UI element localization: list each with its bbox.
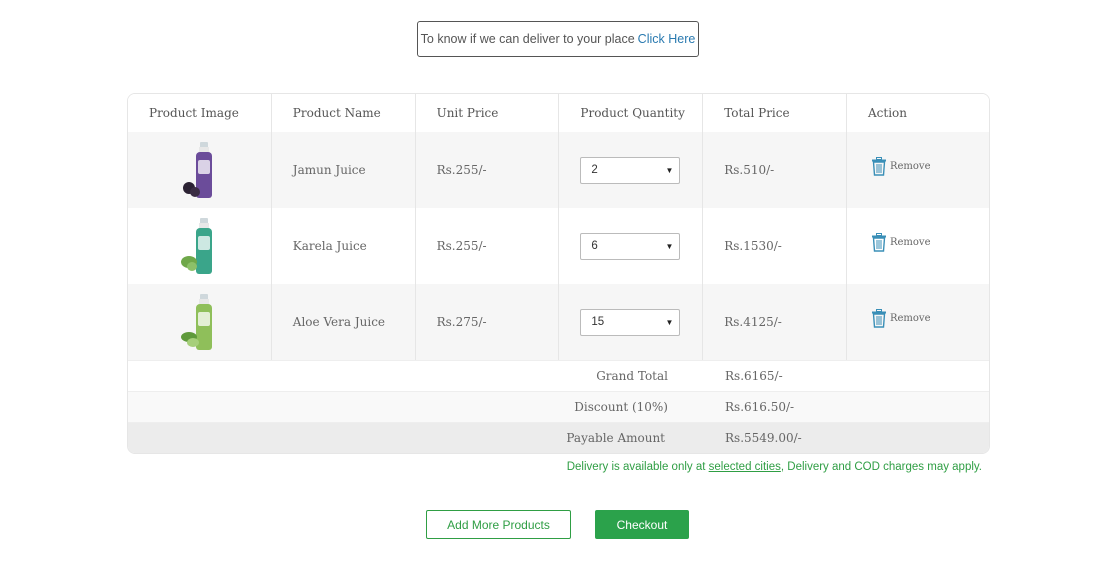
table-row: Jamun Juice Rs.255/- 2 ▼ Rs.510/- Remove	[128, 132, 989, 208]
product-image-cell	[128, 208, 272, 284]
product-name: Karela Juice	[272, 208, 416, 284]
unit-price: Rs.255/-	[416, 208, 560, 284]
delivery-note-prefix: Delivery is available only at	[566, 461, 706, 473]
quantity-select[interactable]: 15 ▼	[580, 308, 681, 336]
delivery-note: Delivery is available only at selected c…	[567, 461, 982, 473]
trash-icon	[871, 157, 886, 176]
product-name: Aloe Vera Juice	[272, 284, 416, 360]
delivery-check-box: To know if we can deliver to your place …	[417, 21, 699, 57]
action-cell: Remove	[847, 284, 989, 360]
payable-label: Payable Amount	[566, 431, 665, 445]
discount-label: Discount (10%)	[574, 400, 668, 414]
quantity-value: 6	[591, 240, 598, 252]
action-cell: Remove	[847, 208, 989, 284]
header-unit-price: Unit Price	[416, 94, 560, 132]
unit-price: Rs.255/-	[416, 132, 560, 208]
delivery-note-suffix: , Delivery and COD charges may apply.	[780, 461, 982, 473]
checkout-button[interactable]: Checkout	[595, 510, 689, 539]
remove-button[interactable]: Remove	[871, 157, 931, 176]
quantity-cell: 2 ▼	[559, 132, 704, 208]
quantity-select[interactable]: 6 ▼	[580, 232, 681, 260]
grand-total-row: Grand Total Rs.6165/-	[128, 360, 989, 391]
header-product-name: Product Name	[272, 94, 416, 132]
product-image-cell	[128, 284, 272, 360]
dropdown-arrow-icon: ▼	[665, 317, 674, 327]
remove-label: Remove	[889, 161, 931, 172]
quantity-value: 15	[591, 316, 605, 328]
header-product-image: Product Image	[128, 94, 272, 132]
header-action: Action	[867, 106, 907, 120]
selected-cities-link[interactable]: selected cities	[709, 461, 781, 473]
action-cell: Remove	[847, 132, 989, 208]
table-row: Karela Juice Rs.255/- 6 ▼ Rs.1530/- Remo…	[128, 208, 989, 284]
product-image-cell	[128, 132, 272, 208]
discount-row: Discount (10%) Rs.616.50/-	[128, 391, 989, 422]
dropdown-arrow-icon: ▼	[665, 165, 674, 175]
quantity-cell: 15 ▼	[559, 284, 704, 360]
payable-row: Payable Amount Rs.5549.00/-	[128, 422, 989, 453]
dropdown-arrow-icon: ▼	[665, 241, 674, 251]
aloe-vera-juice-bottle-image	[177, 292, 221, 352]
total-price: Rs.1530/-	[703, 208, 847, 284]
total-price: Rs.510/-	[703, 132, 847, 208]
payable-value: Rs.5549.00/-	[725, 431, 802, 445]
unit-price: Rs.275/-	[416, 284, 560, 360]
grand-total-value: Rs.6165/-	[725, 369, 783, 383]
click-here-link[interactable]: Click Here	[638, 32, 696, 46]
remove-button[interactable]: Remove	[871, 309, 931, 328]
delivery-check-text: To know if we can deliver to your place	[420, 32, 635, 46]
table-header: Product Image Product Name Unit Price Pr…	[128, 94, 989, 132]
remove-label: Remove	[889, 237, 931, 248]
cart-table: Product Image Product Name Unit Price Pr…	[127, 93, 990, 454]
total-price: Rs.4125/-	[703, 284, 847, 360]
quantity-select[interactable]: 2 ▼	[580, 156, 681, 184]
trash-icon	[871, 233, 886, 252]
grand-total-label: Grand Total	[596, 369, 668, 383]
remove-label: Remove	[889, 313, 931, 324]
trash-icon	[871, 309, 886, 328]
quantity-cell: 6 ▼	[559, 208, 704, 284]
table-row: Aloe Vera Juice Rs.275/- 15 ▼ Rs.4125/- …	[128, 284, 989, 360]
karela-juice-bottle-image	[177, 216, 221, 276]
add-more-products-button[interactable]: Add More Products	[426, 510, 571, 539]
remove-button[interactable]: Remove	[871, 233, 931, 252]
product-name: Jamun Juice	[272, 132, 416, 208]
quantity-value: 2	[591, 164, 598, 176]
header-total-price: Total Price	[703, 94, 847, 132]
jamun-juice-bottle-image	[177, 140, 221, 200]
header-product-quantity: Product Quantity	[559, 94, 704, 132]
discount-value: Rs.616.50/-	[725, 400, 795, 414]
